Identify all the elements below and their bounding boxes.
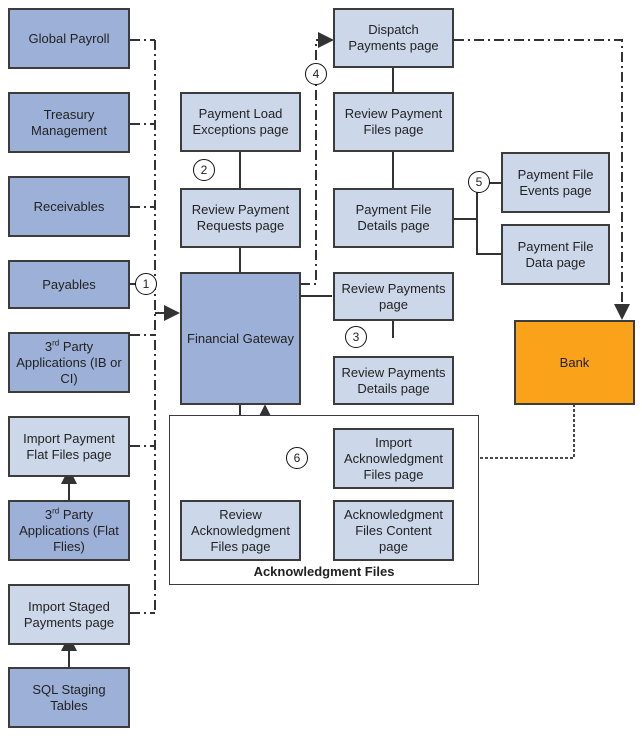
label: Receivables — [33, 198, 105, 214]
step-marker-6: 6 — [286, 447, 308, 469]
payment-file-data-page[interactable]: Payment File Data page — [501, 224, 610, 285]
label: Payment File Details page — [355, 202, 432, 233]
payment-load-exceptions-page[interactable]: Payment Load Exceptions page — [180, 92, 301, 152]
group-title: Acknowledgment Files — [253, 564, 395, 579]
payment-file-events-page[interactable]: Payment File Events page — [501, 152, 610, 213]
label: Dispatch Payments page — [348, 22, 439, 53]
label: Treasury Management — [31, 106, 107, 138]
label: Payment File Events page — [517, 166, 594, 198]
source-global-payroll[interactable]: Global Payroll — [8, 8, 130, 69]
label: Global Payroll — [28, 30, 110, 46]
review-acknowledgment-files-page[interactable]: Review Acknowledgment Files page — [180, 500, 301, 561]
label: SQL Staging Tables — [32, 681, 106, 713]
label: Review Payment Files page — [344, 106, 443, 137]
source-treasury-management[interactable]: Treasury Management — [8, 92, 130, 153]
source-third-party-flat-files[interactable]: 3rd Party Applications (Flat Flies) — [8, 500, 130, 561]
acknowledgment-files-content-page[interactable]: Acknowledgment Files Content page — [333, 500, 454, 561]
label: 3rd Party Applications (IB or CI) — [16, 338, 122, 386]
payment-file-details-page[interactable]: Payment File Details page — [333, 188, 454, 248]
label: Review Payments page — [341, 280, 446, 312]
label: Review Payment Requests page — [191, 202, 290, 233]
label: Acknowledgment Files Content page — [344, 506, 443, 554]
source-third-party-ib-ci[interactable]: 3rd Party Applications (IB or CI) — [8, 332, 130, 393]
source-import-staged-payments[interactable]: Import Staged Payments page — [8, 584, 130, 645]
label: Payment Load Exceptions page — [192, 106, 289, 137]
label: 3rd Party Applications (Flat Flies) — [19, 506, 119, 554]
step-marker-1: 1 — [135, 273, 157, 295]
label: Payment File Data page — [517, 238, 594, 270]
label: Import Payment Flat Files page — [23, 430, 115, 462]
source-sql-staging-tables[interactable]: SQL Staging Tables — [8, 667, 130, 728]
dispatch-payments-page[interactable]: Dispatch Payments page — [333, 8, 454, 68]
label: Bank — [559, 354, 590, 370]
label: Import Staged Payments page — [23, 598, 115, 630]
review-payment-files-page[interactable]: Review Payment Files page — [333, 92, 454, 152]
source-receivables[interactable]: Receivables — [8, 176, 130, 237]
label: Import Acknowledgment Files page — [344, 434, 443, 482]
source-payables[interactable]: Payables — [8, 260, 130, 309]
review-payment-requests-page[interactable]: Review Payment Requests page — [180, 188, 301, 248]
review-payments-page[interactable]: Review Payments page — [333, 272, 454, 321]
source-connectors — [130, 39, 156, 614]
bank[interactable]: Bank — [514, 320, 635, 405]
source-import-payment-flat-files[interactable]: Import Payment Flat Files page — [8, 416, 130, 477]
step-marker-5: 5 — [468, 171, 490, 193]
import-acknowledgment-files-page[interactable]: Import Acknowledgment Files page — [333, 428, 454, 489]
label: Payables — [42, 276, 96, 292]
review-payments-details-page[interactable]: Review Payments Details page — [333, 356, 454, 405]
label: Review Acknowledgment Files page — [191, 506, 290, 554]
step-marker-4: 4 — [305, 63, 327, 85]
label: Financial Gateway — [187, 330, 294, 346]
label: Review Payments Details page — [341, 364, 446, 396]
financial-gateway[interactable]: Financial Gateway — [180, 272, 301, 405]
step-marker-2: 2 — [193, 159, 215, 181]
step-marker-3: 3 — [345, 326, 367, 348]
